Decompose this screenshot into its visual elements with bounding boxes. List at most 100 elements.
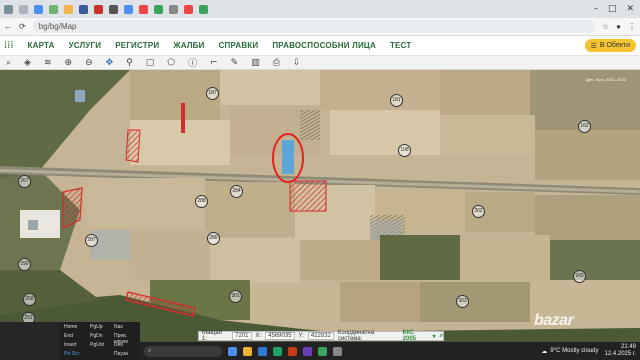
parcel-label[interactable]: 286 <box>207 232 220 245</box>
app-icon[interactable] <box>288 346 297 356</box>
tab-favicon[interactable] <box>49 4 58 14</box>
objects-button[interactable]: ☰ В Обекти <box>584 39 636 52</box>
scale-label: Мащаб 1: <box>202 330 223 342</box>
profile-icon[interactable]: ● <box>616 22 621 31</box>
key-pause[interactable]: Пауза <box>114 351 128 357</box>
site-navigation: ⁞⁞⁞ КАРТА УСЛУГИ РЕГИСТРИ ЖАЛБИ СПРАВКИ … <box>0 36 640 56</box>
map-attribution: Ден. Лого, 2021, 2022 <box>586 77 627 82</box>
tab-favicon[interactable] <box>64 4 73 14</box>
tab-favicon[interactable] <box>79 4 88 14</box>
nav-item-complaints[interactable]: ЖАЛБИ <box>173 41 204 50</box>
stack-icon[interactable]: ≋ <box>44 58 52 68</box>
parcel-label[interactable]: 290 <box>18 258 31 271</box>
taskbar-search[interactable]: ⌕ <box>144 345 222 357</box>
measure-icon[interactable]: ⌐ <box>210 58 218 68</box>
nav-item-registers[interactable]: РЕГИСТРИ <box>115 41 159 50</box>
tab-favicon[interactable] <box>94 4 103 14</box>
nav-item-test[interactable]: ТЕСТ <box>390 41 412 50</box>
app-icon[interactable] <box>303 346 312 356</box>
word-icon[interactable] <box>258 346 267 356</box>
maximize-icon[interactable]: □ <box>608 4 617 14</box>
parcel-label[interactable]: 268 <box>23 293 36 306</box>
parcel-label[interactable]: 303 <box>456 295 469 308</box>
x-coordinate-field: 4569035 <box>265 332 295 340</box>
parcel-label[interactable]: 284 <box>230 185 243 198</box>
nav-item-licensed-persons[interactable]: ПРАВОСПОСОБНИ ЛИЦА <box>272 41 376 50</box>
key-home[interactable]: Home <box>64 324 77 330</box>
excel-icon[interactable] <box>273 346 282 356</box>
coordinates-status-bar: Мащаб 1: 7201 X: 4569035 Y: 422832 Коорд… <box>198 330 444 342</box>
book-icon[interactable]: ▥ <box>251 58 260 68</box>
tab-favicon[interactable] <box>4 4 13 14</box>
tab-favicon[interactable] <box>34 4 43 14</box>
parcel-label[interactable]: 287 <box>85 234 98 247</box>
key-pgup[interactable]: PgUp <box>90 324 103 330</box>
tab-favicon[interactable] <box>109 4 118 14</box>
key-delt[interactable]: Delt <box>114 342 123 348</box>
app-icon[interactable] <box>333 346 342 356</box>
key-pgunt[interactable]: PgUnt <box>90 342 104 348</box>
system-clock[interactable]: 21:49 12.4.2025 г. <box>605 344 640 358</box>
nav-item-services[interactable]: УСЛУГИ <box>69 41 102 50</box>
parcel-label[interactable]: 187 <box>206 87 219 100</box>
scale-input[interactable]: 7201 <box>232 332 252 340</box>
menu-icon[interactable]: ⋮ <box>628 22 636 31</box>
search-icon[interactable]: ⌕ <box>6 58 11 68</box>
layers-icon[interactable]: ◈ <box>24 58 31 68</box>
url-field[interactable]: bg/bg/Map <box>32 20 595 33</box>
parcel-label[interactable]: 162 <box>578 120 591 133</box>
export-icon[interactable]: ⇩ <box>293 58 301 68</box>
tab-favicon[interactable] <box>139 4 148 14</box>
reload-icon[interactable]: ⟳ <box>19 22 26 31</box>
clock-time: 21:49 <box>620 344 636 350</box>
parcel-label[interactable]: 288 <box>195 195 208 208</box>
key-nas[interactable]: Nas <box>114 324 123 330</box>
weather-text: 9°C Mostly cloudy <box>550 348 599 354</box>
tab-favicon[interactable] <box>199 4 208 14</box>
weather-widget[interactable]: ☁ 9°C Mostly cloudy <box>541 348 598 355</box>
parcel-label[interactable]: 301 <box>229 290 242 303</box>
chrome-icon[interactable] <box>228 346 237 356</box>
key-pgdn[interactable]: PgDn <box>90 333 103 339</box>
tab-favicon[interactable] <box>184 4 193 14</box>
coord-system-select[interactable]: ККС 2005 <box>403 330 429 342</box>
browser-tab-strip: – □ ✕ <box>0 0 640 18</box>
objects-button-label: В Обекти <box>599 42 630 49</box>
parcel-label[interactable]: 165 <box>573 270 586 283</box>
key-prtscr[interactable]: Prt Scr <box>64 351 79 357</box>
chevron-down-icon[interactable]: ▾ <box>433 333 436 340</box>
tab-favicon[interactable] <box>19 4 28 14</box>
back-icon[interactable]: ← <box>4 22 12 31</box>
select-area-icon[interactable]: ▢ <box>146 58 155 68</box>
zoom-in-icon[interactable]: ⊕ <box>65 58 73 68</box>
minimize-icon[interactable]: – <box>593 4 598 14</box>
map-canvas[interactable]: 267 268 284 286 287 288 290 291 301 302 … <box>0 70 640 342</box>
draw-icon[interactable]: ✎ <box>231 58 239 68</box>
tab-favicon[interactable] <box>124 4 133 14</box>
nav-item-map[interactable]: КАРТА <box>28 41 55 50</box>
tab-favicon[interactable] <box>154 4 163 14</box>
key-insert[interactable]: Insert <box>64 342 77 348</box>
star-icon[interactable]: ☆ <box>602 22 609 31</box>
parcel-label[interactable]: 267 <box>18 175 31 188</box>
apps-grid-icon[interactable]: ⁞⁞⁞ <box>4 40 14 51</box>
info-icon[interactable]: ⓘ <box>188 56 197 69</box>
parcel-label[interactable]: 108 <box>398 144 411 157</box>
app-icon[interactable] <box>318 346 327 356</box>
select-polygon-icon[interactable]: ⬠ <box>167 58 175 68</box>
location-pin-icon[interactable]: ⚲ <box>126 58 133 68</box>
key-end[interactable]: End <box>64 333 73 339</box>
nav-item-references[interactable]: СПРАВКИ <box>219 41 259 50</box>
search-icon[interactable]: ⌕ <box>440 333 443 340</box>
close-icon[interactable]: ✕ <box>626 4 634 14</box>
print-icon[interactable]: ⎙ <box>273 58 280 68</box>
explorer-icon[interactable] <box>243 346 252 356</box>
zoom-out-icon[interactable]: ⊖ <box>85 58 93 68</box>
pan-icon[interactable]: ✥ <box>106 58 114 68</box>
x-label: X: <box>255 333 262 339</box>
tab-favicon[interactable] <box>169 4 178 14</box>
parcel-label[interactable]: 302 <box>472 205 485 218</box>
clock-date: 12.4.2025 г. <box>604 351 636 357</box>
coord-system-label: Координатна система: <box>337 330 375 342</box>
parcel-label[interactable]: 181 <box>390 94 403 107</box>
